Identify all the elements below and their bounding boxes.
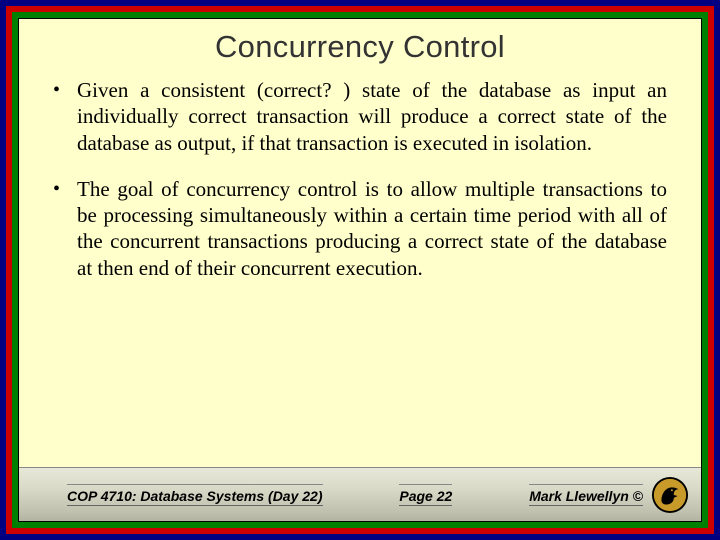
slide-outer-frame: Concurrency Control • Given a consistent…: [0, 0, 720, 540]
ucf-pegasus-logo-icon: [651, 476, 689, 514]
slide-frame-red: Concurrency Control • Given a consistent…: [6, 6, 714, 534]
footer-course: COP 4710: Database Systems (Day 22): [67, 484, 323, 506]
slide-body: • Given a consistent (correct? ) state o…: [19, 71, 701, 467]
slide-title: Concurrency Control: [19, 29, 701, 65]
footer-author: Mark Llewellyn ©: [529, 484, 643, 506]
footer-page: Page 22: [399, 484, 452, 506]
bullet-text: The goal of concurrency control is to al…: [77, 176, 667, 281]
bullet-text: Given a consistent (correct? ) state of …: [77, 77, 667, 156]
title-container: Concurrency Control: [19, 19, 701, 71]
bullet-item: • The goal of concurrency control is to …: [53, 176, 667, 281]
slide-content-panel: Concurrency Control • Given a consistent…: [18, 18, 702, 522]
slide-footer: COP 4710: Database Systems (Day 22) Page…: [19, 467, 701, 521]
slide-frame-green: Concurrency Control • Given a consistent…: [12, 12, 708, 528]
bullet-marker-icon: •: [53, 176, 77, 202]
bullet-marker-icon: •: [53, 77, 77, 103]
bullet-item: • Given a consistent (correct? ) state o…: [53, 77, 667, 156]
